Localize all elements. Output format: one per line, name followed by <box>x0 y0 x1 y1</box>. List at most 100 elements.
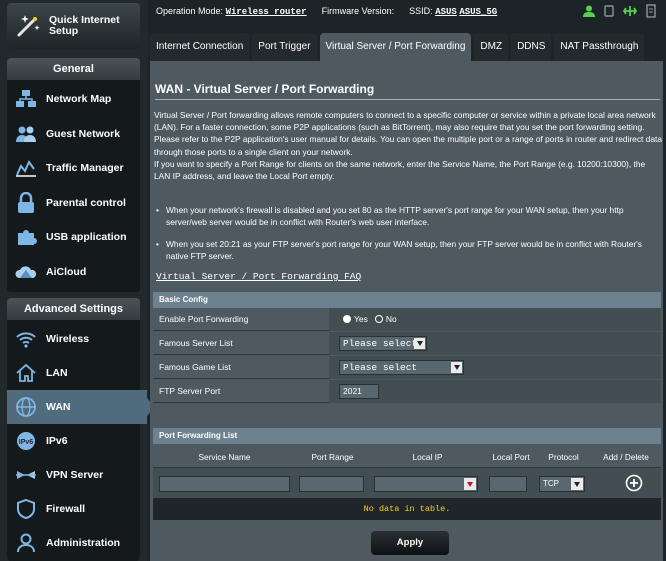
sidebar-item-label: Wireless <box>46 333 90 345</box>
tab-dmz[interactable]: DMZ <box>474 33 509 61</box>
sidebar-item-aicloud[interactable]: AiCloud <box>7 255 140 290</box>
sidebar-item-lan[interactable]: LAN <box>7 356 140 390</box>
cloud-icon <box>14 260 38 284</box>
sidebar-item-wireless[interactable]: Wireless <box>7 322 140 356</box>
famous-game-row: Famous Game List Please select <box>153 356 661 379</box>
magic-wand-icon <box>13 10 43 42</box>
sidebar-item-label: IPv6 <box>46 435 68 447</box>
sidebar-item-ipv6[interactable]: IPv6 IPv6 <box>7 424 140 458</box>
local-port-input[interactable] <box>489 476 527 492</box>
sidebar-item-traffic-manager[interactable]: Traffic Manager <box>7 151 140 186</box>
sidebar-item-label: Administration <box>46 537 121 549</box>
note-text: When your network's firewall is disabled… <box>166 205 624 228</box>
column-header: Port Range <box>311 452 354 462</box>
enable-port-forwarding-label: Enable Port Forwarding <box>159 314 249 324</box>
column-header: Service Name <box>198 452 251 462</box>
quick-internet-setup-button[interactable]: Quick Internet Setup <box>7 3 140 49</box>
famous-server-value: Please select <box>343 338 418 349</box>
sidebar-item-label: Traffic Manager <box>46 162 124 175</box>
vpn-icon <box>14 463 38 487</box>
tab-ddns[interactable]: DDNS <box>511 33 552 61</box>
user-status-icon[interactable] <box>582 4 596 20</box>
column-header: Add / Delete <box>603 452 649 462</box>
tab-port-trigger[interactable]: Port Trigger <box>252 33 317 61</box>
firmware-label: Firmware Version: <box>321 6 395 16</box>
sidebar-item-guest-network[interactable]: Guest Network <box>7 117 140 152</box>
sidebar-item-label: VPN Server <box>46 469 104 481</box>
sidebar-item-label: Network Map <box>46 93 112 106</box>
basic-config-header: Basic Config <box>153 292 661 308</box>
title-divider <box>155 99 660 100</box>
svg-text:IPv6: IPv6 <box>19 439 34 446</box>
chevron-down-icon <box>464 478 476 490</box>
operation-mode-link[interactable]: Wireless router <box>226 7 307 17</box>
note-item: • When your network's firewall is disable… <box>154 204 662 228</box>
service-name-input[interactable] <box>159 476 290 492</box>
sidebar-item-network-map[interactable]: Network Map <box>7 82 140 117</box>
wifi-icon <box>14 327 38 351</box>
sidebar: Quick Internet Setup General Network Map… <box>0 0 155 561</box>
tab-bar: Internet Connection Port Trigger Virtual… <box>150 33 645 61</box>
general-section-title: General <box>7 58 140 80</box>
add-rule-button[interactable] <box>625 474 643 497</box>
port-forwarding-input-row: TCP <box>153 468 661 498</box>
ftp-server-port-input[interactable]: 2021 <box>339 384 379 399</box>
radio-no-label: No <box>385 314 397 324</box>
printer-status-icon[interactable] <box>644 4 658 20</box>
sidebar-item-label: AiCloud <box>46 265 87 278</box>
advanced-section: Advanced Settings Wireless LAN WAN IPv6 … <box>7 298 155 561</box>
network-map-icon <box>14 87 38 111</box>
ssid-5-value: ASUS_5G <box>459 7 498 17</box>
sidebar-item-label: Guest Network <box>46 127 121 140</box>
sidebar-item-administration[interactable]: Administration <box>7 526 140 560</box>
tab-virtual-server[interactable]: Virtual Server / Port Forwarding <box>319 33 472 61</box>
radio-no[interactable] <box>374 315 383 323</box>
tab-internet-connection[interactable]: Internet Connection <box>150 33 250 61</box>
enable-port-forwarding-row: Enable Port Forwarding Yes No <box>153 308 661 331</box>
note-list: • When your network's firewall is disable… <box>154 204 662 228</box>
famous-server-label: Famous Server List <box>159 338 233 348</box>
usb-status-icon[interactable] <box>602 4 616 20</box>
sidebar-item-parental-control[interactable]: Parental control <box>7 186 140 221</box>
description-paragraph-1: Virtual Server / Port forwarding allows … <box>154 110 662 157</box>
column-header: Local Port <box>492 452 530 462</box>
note-text: When you set 20:21 as your FTP server's … <box>166 239 642 262</box>
plus-circle-icon <box>625 474 643 492</box>
sidebar-item-label: Firewall <box>46 503 86 515</box>
traffic-manager-icon <box>14 156 38 180</box>
guest-network-icon <box>14 122 38 146</box>
column-header: Protocol <box>548 452 579 462</box>
home-icon <box>14 361 38 385</box>
chevron-down-icon <box>451 362 462 373</box>
page-title: WAN - Virtual Server / Port Forwarding <box>155 82 375 96</box>
tab-nat-passthrough[interactable]: NAT Passthrough <box>554 33 645 61</box>
sidebar-item-wan[interactable]: WAN <box>7 390 155 424</box>
port-range-input[interactable] <box>299 476 364 492</box>
chevron-down-icon <box>571 478 583 490</box>
description-paragraph-2: If you want to specify a Port Range for … <box>154 158 646 182</box>
sidebar-item-vpn-server[interactable]: VPN Server <box>7 458 140 492</box>
protocol-select[interactable]: TCP <box>539 476 585 492</box>
lock-icon <box>14 191 38 215</box>
general-section: General Network Map Guest Network Traffi… <box>7 58 140 292</box>
advanced-section-title: Advanced Settings <box>7 298 140 320</box>
operation-mode-label: Operation Mode: <box>156 6 224 16</box>
famous-game-label: Famous Game List <box>159 362 231 372</box>
note-list: • When you set 20:21 as your FTP server's… <box>154 238 662 262</box>
sidebar-item-firewall[interactable]: Firewall <box>7 492 140 526</box>
local-ip-select[interactable] <box>374 476 478 492</box>
famous-game-value: Please select <box>343 362 418 373</box>
famous-server-select[interactable]: Please select <box>339 336 427 351</box>
empty-table-message: No data in table. <box>153 498 661 520</box>
radio-yes[interactable] <box>343 315 351 323</box>
faq-link[interactable]: Virtual Server / Port Forwarding FAQ <box>156 271 361 282</box>
port-forwarding-columns: Service Name Port Range Local IP Local P… <box>153 446 661 468</box>
radio-yes-label: Yes <box>354 314 368 324</box>
apply-button[interactable]: Apply <box>371 531 449 555</box>
famous-game-select[interactable]: Please select <box>339 360 464 375</box>
sidebar-item-label: USB application <box>46 231 127 244</box>
ftp-server-port-label: FTP Server Port <box>159 386 221 396</box>
sidebar-item-usb-application[interactable]: USB application <box>7 220 140 255</box>
description: Virtual Server / Port forwarding allows … <box>154 109 662 182</box>
internet-status-icon[interactable] <box>622 4 638 20</box>
